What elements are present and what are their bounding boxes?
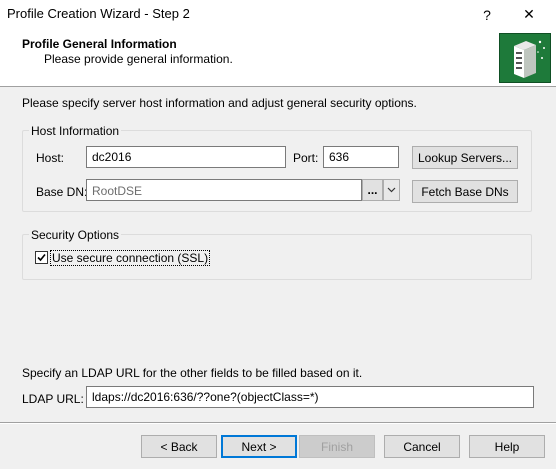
help-icon: ?	[483, 6, 491, 23]
footer-divider-highlight	[0, 423, 556, 424]
base-dn-value: RootDSE	[92, 184, 143, 198]
ldap-url-input[interactable]	[86, 386, 534, 408]
page-subtitle: Please provide general information.	[44, 52, 233, 66]
cancel-button[interactable]: Cancel	[384, 435, 460, 458]
port-label: Port:	[293, 151, 319, 165]
base-dn-label: Base DN:	[36, 185, 88, 199]
host-input[interactable]	[86, 146, 286, 168]
browse-base-dn-button[interactable]: ...	[362, 179, 383, 201]
chevron-down-icon	[387, 187, 396, 193]
intro-text: Please specify server host information a…	[22, 96, 417, 110]
base-dn-field[interactable]: RootDSE	[86, 179, 362, 201]
window-title: Profile Creation Wizard - Step 2	[7, 6, 190, 21]
close-button[interactable]: ✕	[506, 0, 552, 29]
host-info-group-label: Host Information	[29, 124, 122, 138]
security-options-group-label: Security Options	[29, 228, 122, 242]
host-label: Host:	[36, 151, 65, 165]
ssl-checkbox[interactable]	[35, 251, 48, 264]
ssl-label[interactable]: Use secure connection (SSL)	[50, 250, 211, 266]
port-input[interactable]	[323, 146, 399, 168]
next-button[interactable]: Next >	[221, 435, 297, 458]
close-icon: ✕	[523, 6, 535, 22]
help-button[interactable]: Help	[469, 435, 545, 458]
wizard-header: Profile General Information Please provi…	[0, 29, 556, 87]
server-logo-icon	[499, 33, 551, 83]
finish-button[interactable]: Finish	[299, 435, 375, 458]
base-dn-dropdown-button[interactable]	[383, 179, 400, 201]
checkmark-icon	[37, 253, 46, 262]
ldap-instruction: Specify an LDAP URL for the other fields…	[22, 366, 363, 380]
back-button[interactable]: < Back	[141, 435, 217, 458]
help-title-button[interactable]: ?	[464, 0, 510, 29]
title-bar: Profile Creation Wizard - Step 2 ? ✕	[0, 0, 556, 30]
fetch-base-dns-button[interactable]: Fetch Base DNs	[412, 180, 518, 203]
ldap-url-label: LDAP URL:	[22, 392, 84, 406]
lookup-servers-button[interactable]: Lookup Servers...	[412, 146, 518, 169]
page-title: Profile General Information	[22, 37, 177, 51]
